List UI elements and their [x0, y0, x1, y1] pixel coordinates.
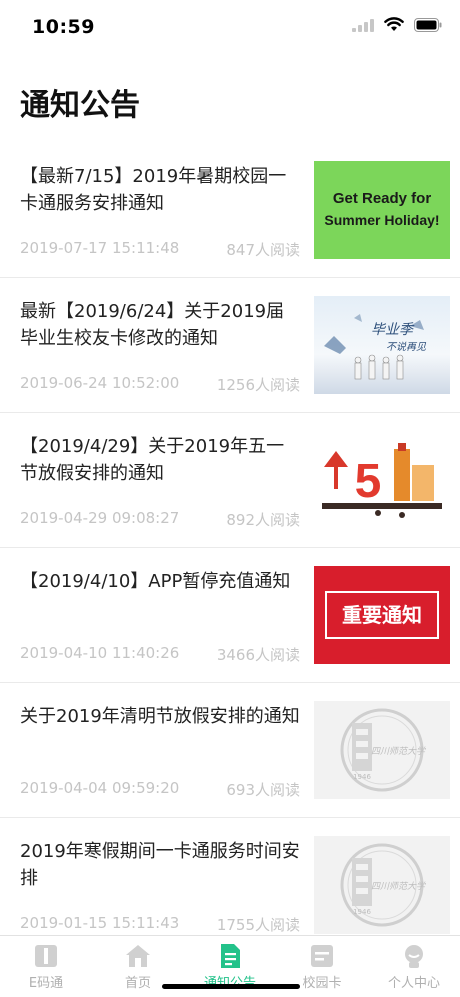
document-icon: [221, 944, 240, 968]
notice-thumbnail: 四川师范大学 1946: [314, 701, 450, 799]
notice-date: 2019-01-15 15:11:43: [20, 914, 180, 932]
thumb-text: 重要通知: [342, 603, 422, 627]
status-time: 10:59: [32, 16, 95, 38]
thumb-text: 1946: [353, 908, 371, 916]
notice-item[interactable]: 最新【2019/6/24】关于2019届毕业生校友卡修改的通知 2019-06-…: [0, 278, 460, 413]
notice-views: 892人阅读: [226, 511, 300, 529]
thumb-text-line2: 不说再见: [386, 341, 427, 353]
notice-date: 2019-04-04 09:59:20: [20, 779, 180, 797]
notice-item[interactable]: 关于2019年清明节放假安排的通知 2019-04-04 09:59:20 69…: [0, 683, 460, 818]
notice-list: 【最新7/15】2019年暑期校园一卡通服务安排通知 2019-07-17 15…: [0, 143, 460, 953]
svg-text:四川师范大学: 四川师范大学: [371, 881, 426, 892]
tab-label: 个人中心: [387, 976, 440, 991]
thumb-text: 5: [355, 455, 382, 508]
notice-title: 最新【2019/6/24】关于2019届毕业生校友卡修改的通知: [20, 301, 285, 349]
notice-thumbnail: 四川师范大学 1946: [314, 836, 450, 934]
notice-title: 关于2019年清明节放假安排的通知: [20, 706, 300, 727]
tab-label: E码通: [28, 976, 64, 991]
notice-date: 2019-04-10 11:40:26: [20, 644, 180, 662]
notice-thumbnail: 毕业季 不说再见: [314, 296, 450, 394]
notice-item[interactable]: 【2019/4/29】关于2019年五一节放假安排的通知 2019-04-29 …: [0, 413, 460, 548]
notice-views: 1755人阅读: [216, 916, 300, 934]
cellular-signal-icon: [352, 18, 374, 32]
notice-title: 【2019/4/29】关于2019年五一节放假安排的通知: [20, 436, 285, 484]
battery-icon: [414, 17, 442, 32]
notice-item[interactable]: 【2019/4/10】APP暂停充值通知 2019-04-10 11:40:26…: [0, 548, 460, 683]
status-bar: 10:59: [0, 0, 460, 56]
notice-thumbnail: 5: [314, 431, 450, 529]
svg-text:四川师范大学: 四川师范大学: [371, 746, 426, 757]
thumb-text: 1946: [353, 773, 371, 781]
notice-title: 【最新7/15】2019年暑期校园一卡通服务安排通知: [20, 166, 287, 214]
notice-views: 1256人阅读: [216, 376, 300, 394]
thumb-text-line1: 毕业季: [371, 322, 415, 338]
notice-title: 2019年寒假期间一卡通服务时间安排: [20, 841, 300, 889]
status-icons: [352, 17, 442, 32]
notice-title: 【2019/4/10】APP暂停充值通知: [20, 571, 291, 592]
notice-date: 2019-06-24 10:52:00: [20, 374, 180, 392]
tab-profile[interactable]: 个人中心: [368, 942, 460, 991]
notice-views: 847人阅读: [226, 241, 300, 259]
notice-thumbnail: Get Ready for Summer Holiday!: [314, 161, 450, 259]
card-icon: [311, 945, 333, 967]
thumb-text-line2: Summer Holiday!: [324, 212, 439, 228]
person-icon: [405, 945, 423, 968]
notice-date: 2019-04-29 09:08:27: [20, 509, 180, 527]
notice-views: 3466人阅读: [216, 646, 300, 664]
tab-e-code[interactable]: E码通: [0, 942, 92, 991]
home-indicator: [162, 984, 300, 989]
notice-item[interactable]: 2019年寒假期间一卡通服务时间安排 2019-01-15 15:11:43 1…: [0, 818, 460, 953]
notice-thumbnail: 重要通知: [314, 566, 450, 664]
page-title: 通知公告: [20, 88, 140, 123]
notice-item[interactable]: 【最新7/15】2019年暑期校园一卡通服务安排通知 2019-07-17 15…: [0, 143, 460, 278]
thumb-text-line1: Get Ready for: [333, 190, 432, 207]
home-icon: [126, 945, 150, 967]
wifi-icon: [384, 17, 404, 32]
notice-views: 693人阅读: [226, 781, 300, 799]
notice-date: 2019-07-17 15:11:48: [20, 239, 180, 257]
book-icon: [35, 945, 57, 967]
